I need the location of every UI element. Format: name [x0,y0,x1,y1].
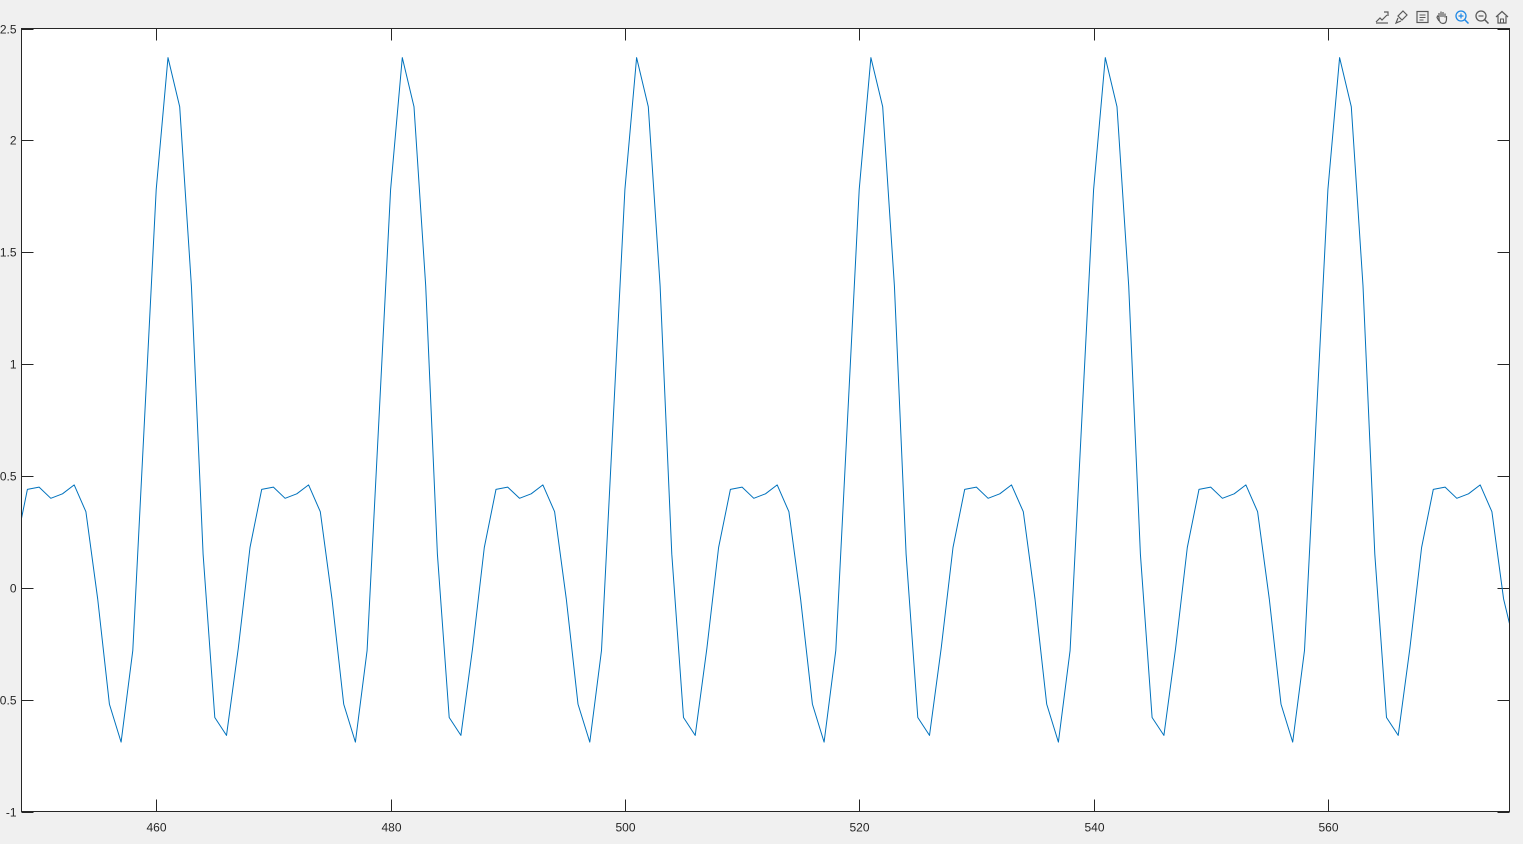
axes-toolbar [1373,6,1511,28]
y-tick-label: 2 [10,134,17,148]
zoom-out-button[interactable] [1473,8,1491,26]
y-tick-label: 2.5 [0,23,17,37]
datatip-icon [1416,10,1429,24]
home-button[interactable] [1493,8,1511,26]
x-tick-label: 560 [1318,821,1338,835]
y-tick-label: 1.5 [0,246,17,260]
brush-icon [1394,10,1408,25]
y-tick-label: 0.5 [0,470,17,484]
figure-canvas: -1 -0.5 0 0.5 1 1.5 2 2.5 460 480 500 520 540 560 [0,0,1523,844]
y-tick-label: -0.5 [0,694,17,708]
home-icon [1495,10,1509,24]
zoom-out-icon [1475,10,1490,25]
brush-button[interactable] [1393,8,1411,26]
export-icon [1375,11,1389,24]
pan-button[interactable] [1433,8,1451,26]
y-tick-label: 0 [10,582,17,596]
x-tick-label: 540 [1084,821,1104,835]
zoom-in-icon [1455,10,1470,25]
zoom-in-button[interactable] [1453,8,1471,26]
export-button[interactable] [1373,8,1391,26]
axes-background [21,28,1510,812]
x-tick-label: 480 [381,821,401,835]
x-tick-label: 460 [146,821,166,835]
x-tick-label: 500 [615,821,635,835]
y-tick-label: -1 [6,806,17,820]
x-tick-label: 520 [849,821,869,835]
y-tick-label: 1 [10,358,17,372]
pan-hand-icon [1436,11,1448,25]
datatip-button[interactable] [1413,8,1431,26]
